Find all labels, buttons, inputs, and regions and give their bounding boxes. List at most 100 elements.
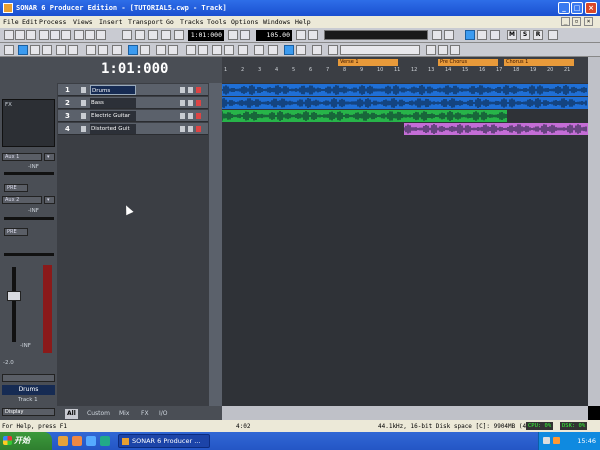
volume-fader-handle[interactable] bbox=[7, 291, 21, 301]
quicklaunch-app-icon[interactable] bbox=[100, 436, 110, 446]
aux1-menu-button[interactable]: ▾ bbox=[44, 153, 55, 161]
tab-mix[interactable]: Mix bbox=[117, 409, 131, 419]
automation-settings-icon[interactable] bbox=[140, 45, 150, 55]
snap-settings-icon[interactable] bbox=[98, 45, 108, 55]
minimize-button[interactable]: _ bbox=[558, 2, 570, 14]
timeline-ruler[interactable]: Verse 1 Pre Chorus Chorus 1 1 2 3 4 5 6 7 8 9 10 1… bbox=[222, 57, 588, 83]
menu-transport[interactable]: Transport bbox=[128, 18, 163, 26]
draw-tool-icon[interactable] bbox=[56, 45, 66, 55]
fx-bin[interactable]: FX bbox=[2, 99, 55, 147]
solo-icon[interactable] bbox=[188, 87, 193, 93]
tempo-down-icon[interactable] bbox=[240, 30, 250, 40]
marker-pre-chorus[interactable]: Pre Chorus bbox=[438, 59, 498, 66]
mute-icon[interactable] bbox=[180, 126, 185, 132]
menu-views[interactable]: Views bbox=[73, 18, 93, 26]
aux2-send-slider[interactable] bbox=[4, 217, 54, 220]
menu-tools[interactable]: Tools bbox=[207, 18, 227, 26]
automation-icon[interactable] bbox=[128, 45, 138, 55]
copy-icon[interactable] bbox=[50, 30, 60, 40]
volume-fader-track[interactable] bbox=[12, 267, 16, 342]
start-button[interactable]: 开始 bbox=[0, 432, 52, 450]
select-tool-icon[interactable] bbox=[30, 45, 40, 55]
show-clips-icon[interactable] bbox=[156, 45, 166, 55]
loop-select-icon[interactable] bbox=[490, 30, 500, 40]
mute-icon[interactable] bbox=[180, 113, 185, 119]
rewind-icon[interactable] bbox=[122, 30, 132, 40]
horizontal-scrollbar[interactable] bbox=[222, 406, 588, 420]
clips-pane[interactable] bbox=[222, 83, 588, 406]
audio-clip-distorted-guitar[interactable] bbox=[404, 123, 588, 135]
pane-splitter[interactable] bbox=[209, 83, 222, 406]
track-name-field[interactable]: Drums bbox=[90, 85, 136, 95]
record-arm-icon[interactable] bbox=[196, 126, 201, 132]
smart-tool-icon[interactable] bbox=[18, 45, 28, 55]
pencil-icon[interactable] bbox=[284, 45, 294, 55]
solo-toolbar-button[interactable]: S bbox=[520, 30, 530, 40]
aux1-send-slider[interactable] bbox=[4, 172, 54, 175]
mdi-restore-button[interactable]: ▫ bbox=[572, 17, 581, 26]
menu-edit[interactable]: Edit bbox=[22, 18, 38, 26]
tab-all[interactable]: All bbox=[65, 409, 78, 419]
zoom-in-icon[interactable] bbox=[212, 45, 222, 55]
close-button[interactable]: × bbox=[585, 2, 597, 14]
grid-resolution-icon[interactable] bbox=[438, 45, 448, 55]
menu-file[interactable]: File bbox=[3, 18, 19, 26]
line-tool-icon[interactable] bbox=[296, 45, 306, 55]
menu-process[interactable]: Process bbox=[39, 18, 66, 26]
marquee-icon[interactable] bbox=[268, 45, 278, 55]
undo-icon[interactable] bbox=[74, 30, 84, 40]
quicklaunch-ie-icon[interactable] bbox=[86, 436, 96, 446]
save-icon[interactable] bbox=[26, 30, 36, 40]
menu-go[interactable]: Go bbox=[166, 18, 174, 26]
track-name-label[interactable]: Drums bbox=[2, 385, 55, 395]
menu-insert[interactable]: Insert bbox=[99, 18, 122, 26]
track-row[interactable]: 1 Drums bbox=[58, 84, 208, 96]
pan-slider[interactable] bbox=[4, 253, 54, 256]
split-mode-icon[interactable] bbox=[477, 30, 487, 40]
tab-io[interactable]: I/O bbox=[157, 409, 170, 419]
tempo-up-icon[interactable] bbox=[296, 30, 306, 40]
cut-icon[interactable] bbox=[39, 30, 49, 40]
record-icon[interactable] bbox=[161, 30, 171, 40]
tray-network-icon[interactable] bbox=[543, 437, 550, 444]
display-button[interactable]: Display bbox=[2, 408, 55, 416]
track-view-icon[interactable] bbox=[4, 45, 14, 55]
audio-clip-electric-guitar[interactable] bbox=[222, 110, 507, 122]
menu-windows[interactable]: Windows bbox=[263, 18, 290, 26]
solo-icon[interactable] bbox=[188, 100, 193, 106]
snap-icon[interactable] bbox=[432, 30, 442, 40]
edit-filter-dropdown[interactable] bbox=[340, 45, 420, 55]
aux1-send[interactable]: Aux 1 bbox=[2, 153, 42, 161]
tab-custom[interactable]: Custom bbox=[85, 409, 112, 419]
output-selector[interactable] bbox=[2, 374, 55, 382]
record-arm-icon[interactable] bbox=[196, 113, 201, 119]
loop-toggle-icon[interactable] bbox=[450, 45, 460, 55]
mdi-close-button[interactable]: × bbox=[584, 17, 593, 26]
play-icon[interactable] bbox=[148, 30, 158, 40]
marker-dropdown[interactable] bbox=[324, 30, 428, 40]
mute-icon[interactable] bbox=[180, 87, 185, 93]
track-height-icon[interactable] bbox=[254, 45, 264, 55]
sonar-app-icon[interactable] bbox=[3, 3, 13, 13]
aux2-menu-button[interactable]: ▾ bbox=[44, 196, 55, 204]
quicklaunch-browser-icon[interactable] bbox=[72, 436, 82, 446]
zoom-icon[interactable] bbox=[186, 45, 196, 55]
history-icon[interactable] bbox=[96, 30, 106, 40]
mute-toolbar-button[interactable]: M bbox=[507, 30, 517, 40]
fx-icon[interactable] bbox=[548, 30, 558, 40]
record-arm-toolbar-button[interactable]: R bbox=[533, 30, 543, 40]
tray-volume-icon[interactable] bbox=[553, 437, 560, 444]
record-arm-icon[interactable] bbox=[196, 100, 201, 106]
select-mode-icon[interactable] bbox=[465, 30, 475, 40]
audio-clip-drums[interactable] bbox=[222, 84, 588, 96]
record-arm-icon[interactable] bbox=[196, 87, 201, 93]
vertical-scrollbar[interactable] bbox=[588, 57, 600, 406]
edit-filter-icon[interactable] bbox=[328, 45, 338, 55]
paste-icon[interactable] bbox=[61, 30, 71, 40]
fit-tracks-icon[interactable] bbox=[238, 45, 248, 55]
redo-icon[interactable] bbox=[85, 30, 95, 40]
show-envelopes-icon[interactable] bbox=[168, 45, 178, 55]
new-file-icon[interactable] bbox=[4, 30, 14, 40]
tempo-tap-icon[interactable] bbox=[308, 30, 318, 40]
taskbar-sonar-button[interactable]: SONAR 6 Producer ... bbox=[118, 434, 210, 448]
